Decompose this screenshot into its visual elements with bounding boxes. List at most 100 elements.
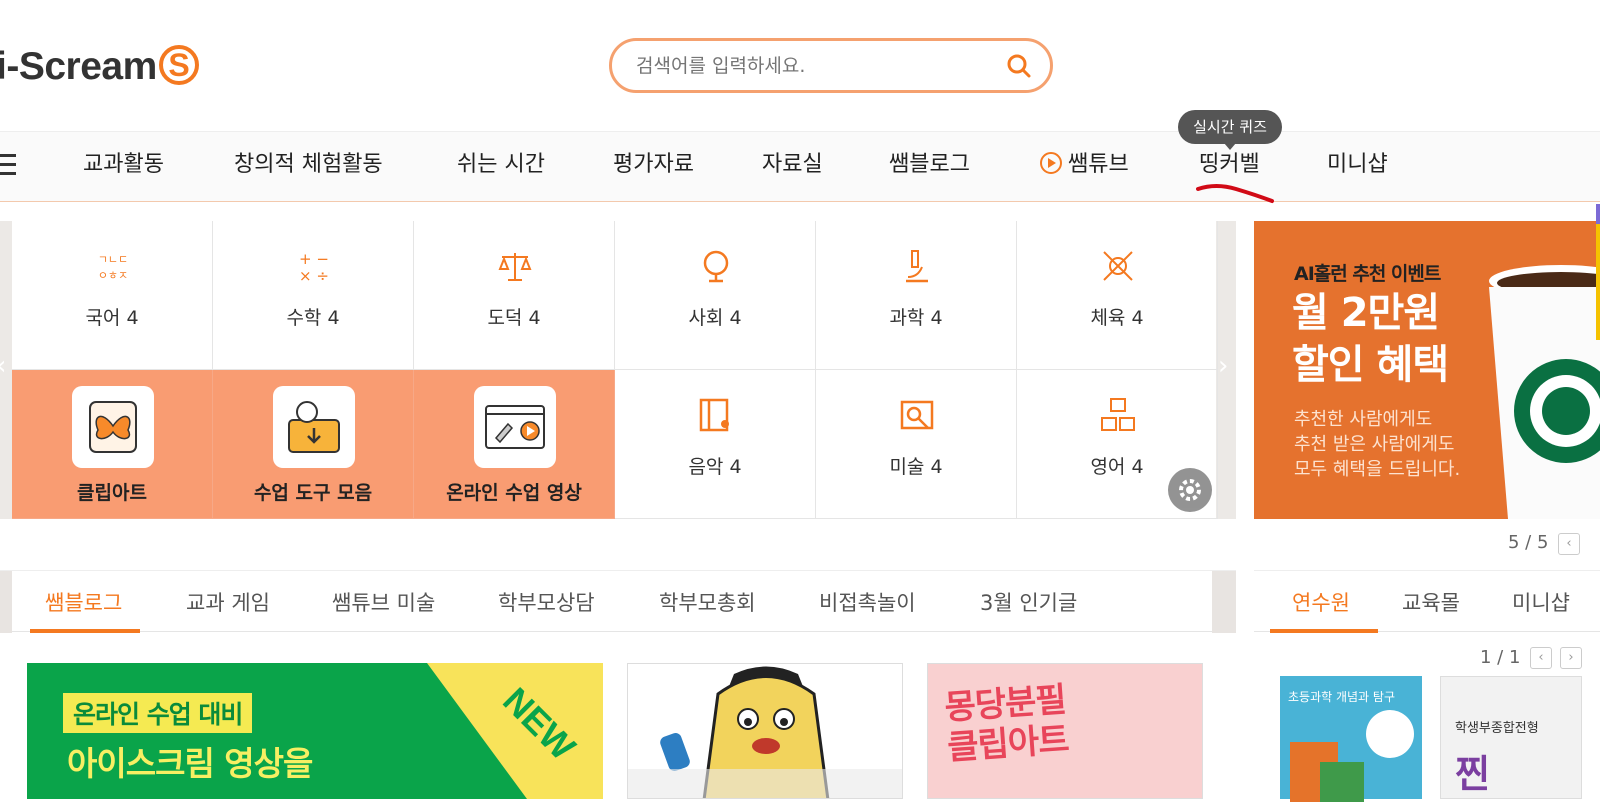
subject-label: 국어 4 bbox=[85, 307, 139, 329]
nav-item-creative[interactable]: 창의적 체험활동 bbox=[234, 150, 383, 180]
logo[interactable]: i-Scream S bbox=[0, 42, 199, 92]
shortcut-label: 수업 도구 모음 bbox=[253, 482, 373, 504]
subject-science[interactable]: 과학 4 bbox=[816, 221, 1017, 370]
math-icon: + −× ÷ bbox=[299, 250, 329, 285]
logo-badge: S bbox=[158, 45, 199, 85]
subject-label: 도덕 4 bbox=[487, 307, 541, 329]
blog-card-clipart[interactable]: 몽당분필 클립아트 bbox=[927, 663, 1203, 799]
blog-card-character[interactable] bbox=[627, 663, 903, 799]
nav-item-minishop[interactable]: 미니샵 bbox=[1327, 150, 1388, 180]
side-tabs: 연수원 교육몰 미니샵 bbox=[1254, 570, 1600, 633]
new-ribbon bbox=[427, 663, 527, 799]
banner-desc-line: 추천한 사람에게도 bbox=[1294, 409, 1433, 430]
svg-text:ㄱㄴㄷ: ㄱㄴㄷ bbox=[98, 253, 128, 266]
header: i-Scream S bbox=[0, 0, 1600, 130]
tab-parent-meeting[interactable]: 학부모총회 bbox=[659, 587, 756, 617]
banner-subtitle: AI홀런 추천 이벤트 bbox=[1294, 263, 1441, 285]
content-tabs: 쌤블로그 교과 게임 쌤튜브 미술 학부모상담 학부모총회 비접촉놀이 3월 인… bbox=[0, 570, 1236, 633]
svg-text:× ÷: × ÷ bbox=[299, 267, 329, 285]
side-pager-prev-button[interactable]: ‹ bbox=[1530, 647, 1552, 669]
book-card-science[interactable]: 초등과학 개념과 탐구 bbox=[1280, 676, 1422, 802]
pe-icon bbox=[1103, 251, 1133, 281]
tab-training[interactable]: 연수원 bbox=[1292, 587, 1350, 617]
banner-title: 월 2만원할인 혜택 bbox=[1292, 287, 1449, 391]
side-accent-bar-top bbox=[1596, 204, 1600, 224]
nav-item-subject[interactable]: 교과활동 bbox=[83, 150, 164, 180]
nav-item-assessment[interactable]: 평가자료 bbox=[613, 150, 694, 180]
search-input[interactable] bbox=[636, 52, 996, 80]
subject-ethics[interactable]: 도덕 4 bbox=[414, 221, 615, 370]
nav-item-break[interactable]: 쉬는 시간 bbox=[457, 150, 545, 180]
gear-icon[interactable] bbox=[1168, 468, 1212, 512]
subject-korean[interactable]: ㄱㄴㄷㅇㅎㅈ 국어 4 bbox=[12, 221, 213, 370]
korean-icon: ㄱㄴㄷㅇㅎㅈ bbox=[98, 253, 128, 282]
english-icon bbox=[1101, 398, 1135, 431]
nav-item-tube-label: 쌤튜브 bbox=[1068, 152, 1129, 177]
banner-desc: 추천한 사람에게도추천 받은 사람에게도모두 혜택을 드립니다. bbox=[1294, 407, 1460, 482]
subject-music[interactable]: 음악 4 bbox=[615, 370, 816, 519]
scale-icon bbox=[498, 253, 532, 281]
nav-item-thinkerbell[interactable]: 띵커벨 bbox=[1199, 150, 1260, 180]
active-tab-indicator bbox=[30, 629, 140, 633]
music-icon bbox=[699, 398, 729, 432]
coffee-cup-image bbox=[1489, 265, 1600, 519]
shortcut-online-video[interactable]: 온라인 수업 영상 bbox=[414, 370, 615, 519]
red-underline-mark bbox=[1196, 184, 1274, 203]
banner-title-line: 할인 혜택 bbox=[1292, 342, 1449, 388]
tab-side-minishop[interactable]: 미니샵 bbox=[1512, 587, 1570, 617]
pager-prev-button[interactable]: ‹ bbox=[1558, 533, 1580, 555]
art-icon bbox=[900, 400, 934, 430]
tabs-prev-arrow[interactable] bbox=[0, 571, 12, 633]
subject-grid: ㄱㄴㄷㅇㅎㅈ 국어 4 + − × ÷ 수학 4 도덕 4 사회 4 과학 4 체… bbox=[12, 221, 1218, 519]
banner-desc-line: 모두 혜택을 드립니다. bbox=[1294, 459, 1461, 480]
tab-edu-mall[interactable]: 교육몰 bbox=[1402, 587, 1460, 617]
shortcut-label: 클립아트 bbox=[77, 482, 147, 504]
search-box bbox=[609, 38, 1053, 93]
shortcut-label: 온라인 수업 영상 bbox=[446, 482, 582, 504]
subject-pe[interactable]: 체육 4 bbox=[1017, 221, 1218, 370]
side-pager: 1 / 1 bbox=[1480, 647, 1521, 668]
tab-blog[interactable]: 쌤블로그 bbox=[45, 587, 122, 617]
shortcut-class-tools[interactable]: 수업 도구 모음 bbox=[213, 370, 414, 519]
subject-math[interactable]: + − × ÷ 수학 4 bbox=[213, 221, 414, 370]
book-subtitle: 학생부종합전형 bbox=[1455, 721, 1539, 736]
card-title-line: 클립아트 bbox=[946, 719, 1070, 769]
nav-item-blog[interactable]: 쌤블로그 bbox=[889, 150, 970, 180]
side-active-tab-indicator bbox=[1270, 629, 1378, 633]
tab-contactless-play[interactable]: 비접촉놀이 bbox=[819, 587, 916, 617]
svg-text:+ −: + − bbox=[299, 250, 329, 268]
subject-social[interactable]: 사회 4 bbox=[615, 221, 816, 370]
banner-title-line: 월 2만원 bbox=[1292, 290, 1440, 336]
tooltip-realtime-quiz: 실시간 퀴즈 bbox=[1178, 110, 1282, 150]
toolbox-icon bbox=[273, 386, 355, 468]
subject-label: 사회 4 bbox=[688, 307, 742, 329]
shortcut-clipart[interactable]: 클립아트 bbox=[12, 370, 213, 519]
tab-games[interactable]: 교과 게임 bbox=[186, 587, 270, 617]
subject-label: 체육 4 bbox=[1090, 307, 1144, 329]
blog-card-video[interactable]: NEW 온라인 수업 대비 아이스크림 영상을 bbox=[27, 663, 603, 799]
menu-icon[interactable] bbox=[0, 154, 16, 176]
promo-banner[interactable]: AI홀런 추천 이벤트 월 2만원할인 혜택 추천한 사람에게도추천 받은 사람… bbox=[1254, 221, 1600, 519]
tabs-next-arrow[interactable] bbox=[1212, 571, 1236, 633]
clipart-icon bbox=[72, 386, 154, 468]
subject-art[interactable]: 미술 4 bbox=[816, 370, 1017, 519]
subject-label: 미술 4 bbox=[889, 456, 943, 478]
nav-item-tube[interactable]: 쌤튜브 bbox=[1040, 150, 1129, 180]
svg-text:ㅇㅎㅈ: ㅇㅎㅈ bbox=[98, 269, 128, 282]
search-icon[interactable] bbox=[1006, 53, 1032, 79]
card-title: 몽당분필 클립아트 bbox=[943, 680, 1069, 768]
side-pager-next-button[interactable]: › bbox=[1560, 647, 1582, 669]
prev-arrow-icon[interactable]: ‹ bbox=[0, 351, 6, 381]
subject-label: 수학 4 bbox=[286, 307, 340, 329]
banner-desc-line: 추천 받은 사람에게도 bbox=[1294, 434, 1455, 455]
book-title: 찐 bbox=[1455, 752, 1490, 796]
card-tag: 온라인 수업 대비 bbox=[63, 693, 253, 733]
nav-item-library[interactable]: 자료실 bbox=[762, 150, 823, 180]
tab-tube-art[interactable]: 쌤튜브 미술 bbox=[332, 587, 435, 617]
tab-march-popular[interactable]: 3월 인기글 bbox=[980, 587, 1077, 617]
side-accent-bar bbox=[1596, 204, 1600, 340]
tab-parent-counsel[interactable]: 학부모상담 bbox=[498, 587, 595, 617]
next-arrow-icon[interactable]: › bbox=[1218, 351, 1228, 381]
book-card-admission[interactable]: 학생부종합전형 찐 bbox=[1440, 676, 1582, 799]
character-image bbox=[628, 666, 902, 798]
